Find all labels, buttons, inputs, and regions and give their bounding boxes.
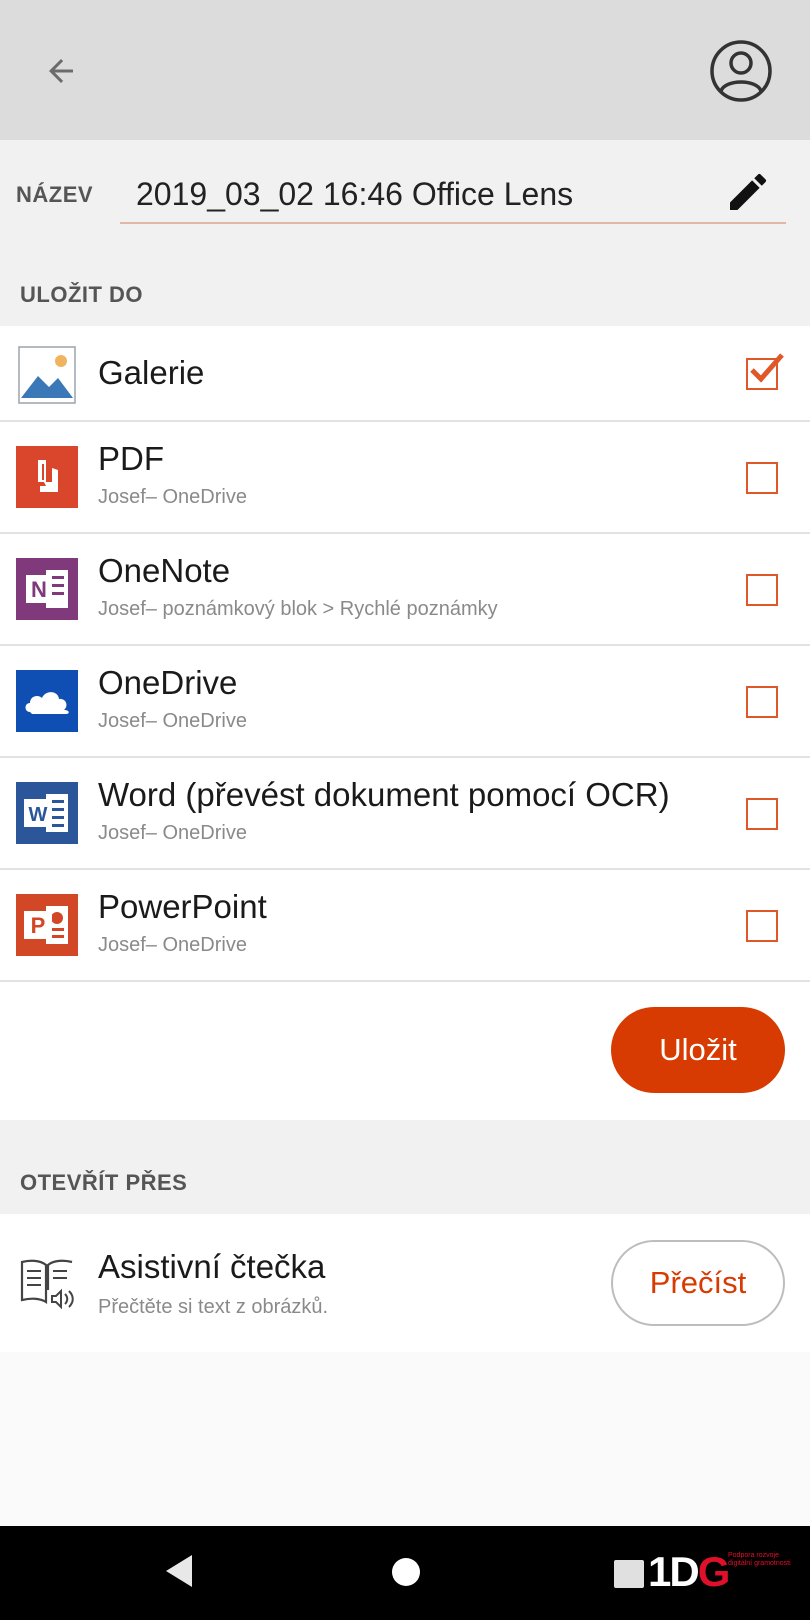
destination-title: OneNote bbox=[98, 552, 231, 589]
name-field[interactable]: 2019_03_02 16:46 Office Lens bbox=[120, 162, 786, 224]
read-button[interactable]: Přečíst bbox=[611, 1240, 785, 1326]
brand-text: Podpora rozvoje digitální gramotnosti bbox=[728, 1552, 791, 1567]
destination-subtitle: Josef– OneDrive bbox=[98, 710, 247, 732]
destination-subtitle: Josef– OneDrive bbox=[98, 934, 247, 956]
nav-home-icon[interactable] bbox=[392, 1558, 420, 1586]
edit-name-button[interactable] bbox=[724, 168, 772, 216]
onedrive-checkbox[interactable] bbox=[746, 686, 778, 718]
destination-onenote[interactable]: N OneNote Josef– poznámkový blok > Rychl… bbox=[0, 534, 810, 646]
destination-title: Word (převést dokument pomocí OCR) bbox=[98, 776, 670, 813]
onenote-icon: N bbox=[16, 558, 78, 620]
powerpoint-icon: P bbox=[16, 894, 78, 956]
checkmark-icon bbox=[750, 353, 784, 383]
account-circle-icon bbox=[710, 40, 772, 102]
destination-title: Galerie bbox=[98, 354, 205, 391]
save-to-heading-text: ULOŽIT DO bbox=[20, 282, 144, 307]
gallery-checkbox[interactable] bbox=[746, 353, 784, 390]
back-button[interactable] bbox=[36, 46, 86, 96]
brand-mark: 1DG bbox=[648, 1548, 730, 1595]
name-label: NÁZEV bbox=[16, 182, 94, 207]
destination-onedrive[interactable]: OneDrive Josef– OneDrive bbox=[0, 646, 810, 758]
immersive-reader-icon bbox=[20, 1259, 74, 1310]
pdf-icon bbox=[16, 446, 78, 508]
svg-text:P: P bbox=[31, 913, 46, 938]
destination-subtitle: Josef– poznámkový blok > Rychlé poznámky bbox=[98, 598, 498, 620]
gallery-icon bbox=[18, 346, 76, 404]
svg-text:N: N bbox=[31, 577, 47, 602]
immersive-reader-row: Asistivní čtečka Přečtěte si text z obrá… bbox=[0, 1214, 810, 1352]
destination-word[interactable]: W Word (převést dokument pomocí OCR) Jos… bbox=[0, 758, 810, 870]
destination-gallery[interactable]: Galerie bbox=[0, 326, 810, 422]
reader-subtitle: Přečtěte si text z obrázků. bbox=[98, 1296, 329, 1318]
svg-text:W: W bbox=[29, 804, 48, 826]
destination-subtitle: Josef– OneDrive bbox=[98, 822, 247, 844]
word-checkbox[interactable] bbox=[746, 798, 778, 830]
onedrive-icon bbox=[16, 670, 78, 732]
name-row: NÁZEV 2019_03_02 16:46 Office Lens bbox=[0, 140, 810, 240]
destination-pdf[interactable]: PDF Josef– OneDrive bbox=[0, 422, 810, 534]
system-nav-bar: 1DG Podpora rozvoje digitální gramotnost… bbox=[0, 1526, 810, 1620]
brand-logo: 1DG Podpora rozvoje digitální gramotnost… bbox=[648, 1548, 798, 1598]
nav-back-icon[interactable] bbox=[162, 1552, 196, 1590]
nav-recents-icon[interactable] bbox=[614, 1560, 644, 1588]
powerpoint-checkbox[interactable] bbox=[746, 910, 778, 942]
save-area: Uložit bbox=[0, 982, 810, 1120]
destination-title: PowerPoint bbox=[98, 888, 267, 925]
word-icon: W bbox=[16, 782, 78, 844]
open-with-heading: OTEVŘÍT PŘES bbox=[0, 1120, 810, 1214]
save-to-heading: ULOŽIT DO bbox=[0, 240, 810, 326]
open-with-heading-text: OTEVŘÍT PŘES bbox=[20, 1170, 188, 1195]
pencil-icon bbox=[730, 173, 767, 210]
destination-title: PDF bbox=[98, 440, 164, 477]
reader-title: Asistivní čtečka bbox=[98, 1248, 326, 1285]
save-button[interactable]: Uložit bbox=[611, 1007, 785, 1093]
destination-subtitle: Josef– OneDrive bbox=[98, 486, 247, 508]
destination-powerpoint[interactable]: P PowerPoint Josef– OneDrive bbox=[0, 870, 810, 982]
arrow-left-icon bbox=[49, 59, 73, 83]
onenote-checkbox[interactable] bbox=[746, 574, 778, 606]
profile-button[interactable] bbox=[708, 38, 774, 104]
name-value[interactable]: 2019_03_02 16:46 Office Lens bbox=[136, 176, 573, 213]
pdf-checkbox[interactable] bbox=[746, 462, 778, 494]
destination-list: Galerie PDF Josef– OneDrive N OneNote Jo… bbox=[0, 326, 810, 982]
top-app-bar bbox=[0, 0, 810, 140]
destination-title: OneDrive bbox=[98, 664, 238, 701]
